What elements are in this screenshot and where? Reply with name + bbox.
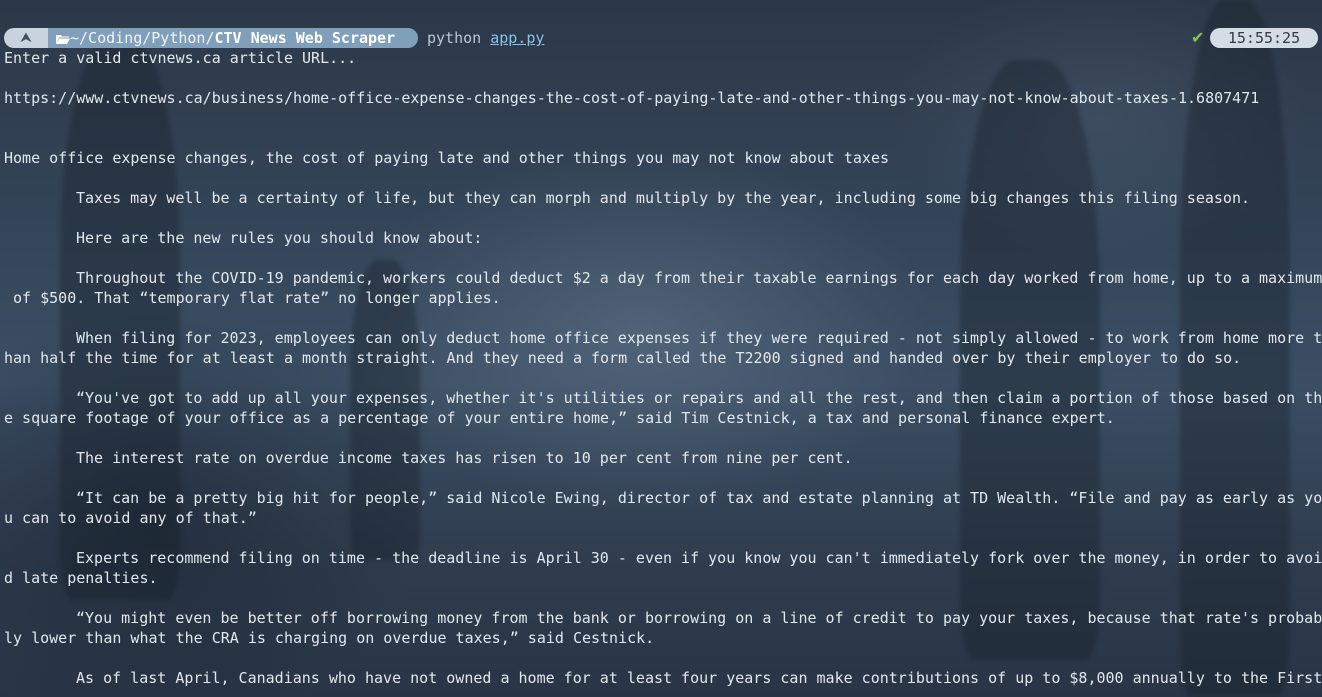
arch-linux-icon: ⮝ — [20, 30, 32, 46]
article-line: ly lower than what the CRA is charging o… — [4, 629, 655, 647]
article-line: Throughout the COVID-19 pandemic, worker… — [76, 269, 1322, 287]
article-line: When filing for 2023, employees can only… — [76, 329, 1322, 347]
time-badge: 15:55:25 — [1210, 28, 1318, 48]
folder-open-icon — [56, 35, 70, 44]
success-check-icon: ✔ — [1191, 28, 1205, 47]
os-segment: ⮝ — [4, 28, 48, 48]
command-name: python — [427, 29, 482, 47]
article-line: Here are the new rules you should know a… — [76, 229, 483, 247]
article-title: Home office expense changes, the cost of… — [4, 149, 890, 167]
article-line: “It can be a pretty big hit for people,”… — [76, 489, 1322, 507]
input-url: https://www.ctvnews.ca/business/home-off… — [4, 89, 1260, 107]
article-line: “You've got to add up all your expenses,… — [76, 389, 1322, 407]
terminal-window[interactable]: ⮝ ~/Coding/Python/CTV News Web Scraper p… — [0, 0, 1322, 697]
article-line: As of last April, Canadians who have not… — [76, 669, 1322, 687]
path-current-dir: CTV News Web Scraper — [214, 29, 396, 47]
article-line: of $500. That “temporary flat rate” no l… — [4, 289, 501, 307]
command-line[interactable]: python app.py — [427, 28, 544, 48]
article-line: e square footage of your office as a per… — [4, 409, 1115, 427]
article-line: The interest rate on overdue income taxe… — [76, 449, 853, 467]
prompt-bar: ⮝ ~/Coding/Python/CTV News Web Scraper p… — [0, 28, 1322, 48]
prompt-text: Enter a valid ctvnews.ca article URL... — [4, 49, 357, 67]
command-argument[interactable]: app.py — [490, 29, 544, 47]
path-prefix: ~/Coding/Python/ — [70, 29, 215, 47]
article-line: “You might even be better off borrowing … — [76, 609, 1322, 627]
article-line: d late penalties. — [4, 569, 158, 587]
article-line: han half the time for at least a month s… — [4, 349, 1242, 367]
article-line: Experts recommend filing on time - the d… — [76, 549, 1322, 567]
path-segment: ~/Coding/Python/CTV News Web Scraper — [48, 28, 418, 48]
article-line: Taxes may well be a certainty of life, b… — [76, 189, 1250, 207]
article-line: u can to avoid any of that.” — [4, 509, 257, 527]
